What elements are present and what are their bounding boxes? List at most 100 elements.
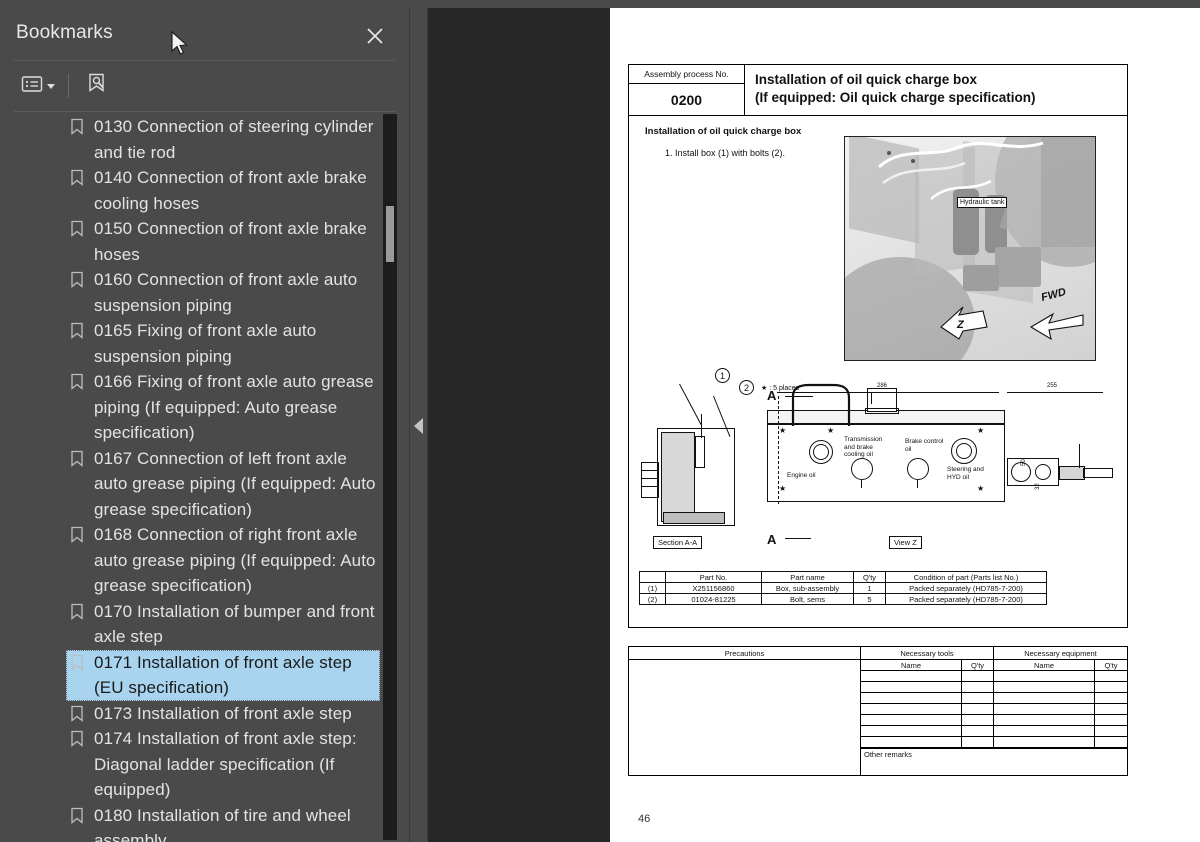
bookmark-item[interactable]: 0165 Fixing of front axle auto suspensio…: [0, 318, 410, 369]
bookmark-icon: [70, 807, 84, 824]
empty-tool-row: [861, 671, 1127, 682]
parts-cell: Packed separately (HD785-7-200): [885, 593, 1047, 605]
sheet-title-line1: Installation of oil quick charge box: [755, 72, 978, 87]
sheet-title-cell: Installation of oil quick charge box (If…: [745, 65, 1127, 115]
empty-tool-row: [861, 704, 1127, 715]
bookmark-label: 0160 Connection of front axle auto suspe…: [94, 270, 358, 315]
bottom-tables: Precautions Necessary tools Necessary eq…: [628, 646, 1128, 776]
bookmark-item[interactable]: 0140 Connection of front axle brake cool…: [0, 165, 410, 216]
bookmark-item[interactable]: 0174 Installation of front axle step: Di…: [0, 726, 410, 803]
parts-cell: X251156860: [665, 582, 762, 594]
section-label: Section A-A: [653, 536, 703, 549]
empty-cell: [861, 671, 962, 681]
bookmark-label: 0140 Connection of front axle brake cool…: [94, 168, 367, 213]
empty-cell: [994, 671, 1095, 681]
document-viewport[interactable]: Assembly process No. 0200 Installation o…: [429, 8, 1200, 842]
toolbar-separator: [68, 74, 69, 98]
bookmark-item[interactable]: 0167 Connection of left front axle auto …: [0, 446, 410, 523]
bookmarks-list-inner: 0130 Connection of steering cylinder and…: [0, 112, 410, 842]
empty-tool-row: [861, 715, 1127, 726]
bookmark-icon: [70, 271, 84, 288]
bookmark-label: 0130 Connection of steering cylinder and…: [94, 117, 374, 162]
parts-header-cell: Part name: [761, 571, 854, 583]
bookmark-label: 0168 Connection of right front axle auto…: [94, 525, 376, 595]
view-label: View Z: [889, 536, 922, 549]
bookmarks-toolbar: [0, 61, 410, 111]
sidebar-scrollbar-thumb[interactable]: [386, 206, 394, 262]
tools-name-label: Name: [861, 660, 962, 670]
parts-cell: 01024-81225: [665, 593, 762, 605]
bookmark-icon: [70, 169, 84, 186]
section-title: Installation of oil quick charge box: [645, 126, 802, 137]
bookmark-item[interactable]: 0166 Fixing of front axle auto grease pi…: [0, 369, 410, 446]
bookmark-item[interactable]: 0150 Connection of front axle brake hose…: [0, 216, 410, 267]
step-1-text: 1. Install box (1) with bolts (2).: [665, 148, 786, 158]
chevron-down-icon: [47, 83, 55, 89]
bookmark-icon: [70, 705, 84, 722]
equipment-name-label: Name: [994, 660, 1095, 670]
precautions-label: Precautions: [629, 647, 860, 660]
bookmark-icon: [70, 654, 84, 671]
dim-286: 286: [877, 383, 888, 389]
empty-cell: [861, 737, 962, 747]
empty-cell: [1095, 715, 1127, 725]
parts-table: Part No. Part name Q'ty Condition of part (…: [639, 571, 1047, 605]
bookmark-icon: [70, 118, 84, 135]
sheet-header: Assembly process No. 0200 Installation o…: [628, 64, 1128, 116]
empty-cell: [962, 715, 994, 725]
bookmark-item[interactable]: 0171 Installation of front axle step (EU…: [0, 649, 410, 701]
sheet-body: Installation of oil quick charge box 1. …: [628, 116, 1128, 628]
bookmark-search-icon: [86, 72, 108, 101]
parts-cell: Box, sub-assembly: [761, 582, 854, 594]
bookmark-label: 0167 Connection of left front axle auto …: [94, 448, 376, 519]
bookmark-icon: [70, 322, 84, 339]
bookmark-search-button[interactable]: [81, 68, 113, 105]
bookmark-item[interactable]: 0180 Installation of tire and wheel asse…: [0, 803, 410, 842]
parts-header-cell: [639, 571, 666, 583]
sheet-title-line2: (If equipped: Oil quick charge specifica…: [755, 90, 1036, 105]
sidebar-collapse-rail: [410, 8, 428, 842]
bookmark-label: 0166 Fixing of front axle auto grease pi…: [94, 372, 374, 442]
tools-label: Necessary tools: [861, 647, 994, 659]
sidebar-scrollbar[interactable]: [383, 114, 397, 840]
bookmark-icon: [70, 603, 84, 620]
bookmark-label: 0170 Installation of bumper and front ax…: [94, 601, 375, 647]
empty-tool-row: [861, 726, 1127, 737]
bookmarks-header: Bookmarks: [0, 8, 409, 60]
bookmark-icon: [70, 526, 84, 543]
process-number: 0200: [670, 91, 703, 108]
dim-32: 32: [1035, 483, 1041, 490]
empty-tool-row: [861, 737, 1127, 748]
empty-cell: [1095, 737, 1127, 747]
bookmark-item[interactable]: 0168 Connection of right front axle auto…: [0, 522, 410, 599]
process-no-cell: Assembly process No. 0200: [629, 65, 745, 115]
equipment-qty-label: Q'ty: [1104, 660, 1118, 670]
chevron-left-icon[interactable]: [414, 418, 423, 434]
bookmark-icon: [70, 450, 84, 467]
bookmark-label: 0150 Connection of front axle brake hose…: [94, 219, 367, 264]
tools-qty-label: Q'ty: [962, 660, 994, 670]
page-number: 46: [638, 813, 651, 825]
parts-cell: 1: [853, 582, 886, 594]
list-options-button[interactable]: [16, 71, 60, 102]
installation-photo: Hydraulic tank Z FWD: [844, 136, 1096, 361]
list-options-icon: [21, 75, 43, 98]
bookmarks-list[interactable]: 0130 Connection of steering cylinder and…: [0, 112, 410, 842]
bookmark-label: 0173 Installation of front axle step: [94, 703, 352, 723]
precautions-cell: Precautions: [629, 647, 861, 775]
parts-cell: Packed separately (HD785-7-200): [885, 582, 1047, 594]
bookmark-item[interactable]: 0170 Installation of bumper and front ax…: [0, 599, 410, 650]
tools-equipment-subheader-row: Name Q'ty Name Q'ty: [861, 660, 1127, 671]
empty-cell: [994, 715, 1095, 725]
empty-cell: [861, 693, 962, 703]
bookmarks-sidebar: Bookmarks 0130 Connection of steering cy…: [0, 8, 410, 842]
empty-cell: [962, 726, 994, 736]
empty-cell: [962, 737, 994, 747]
bookmark-item[interactable]: 0160 Connection of front axle auto suspe…: [0, 267, 410, 318]
letter-a-right: A: [767, 532, 777, 547]
close-icon[interactable]: [363, 24, 387, 48]
pdf-reader-window: Bookmarks 0130 Connection of steering cy…: [0, 0, 1200, 842]
bookmark-item[interactable]: 0130 Connection of steering cylinder and…: [0, 114, 410, 165]
bookmark-item[interactable]: 0173 Installation of front axle step: [0, 701, 410, 727]
parts-cell: Bolt, sems: [761, 593, 854, 605]
